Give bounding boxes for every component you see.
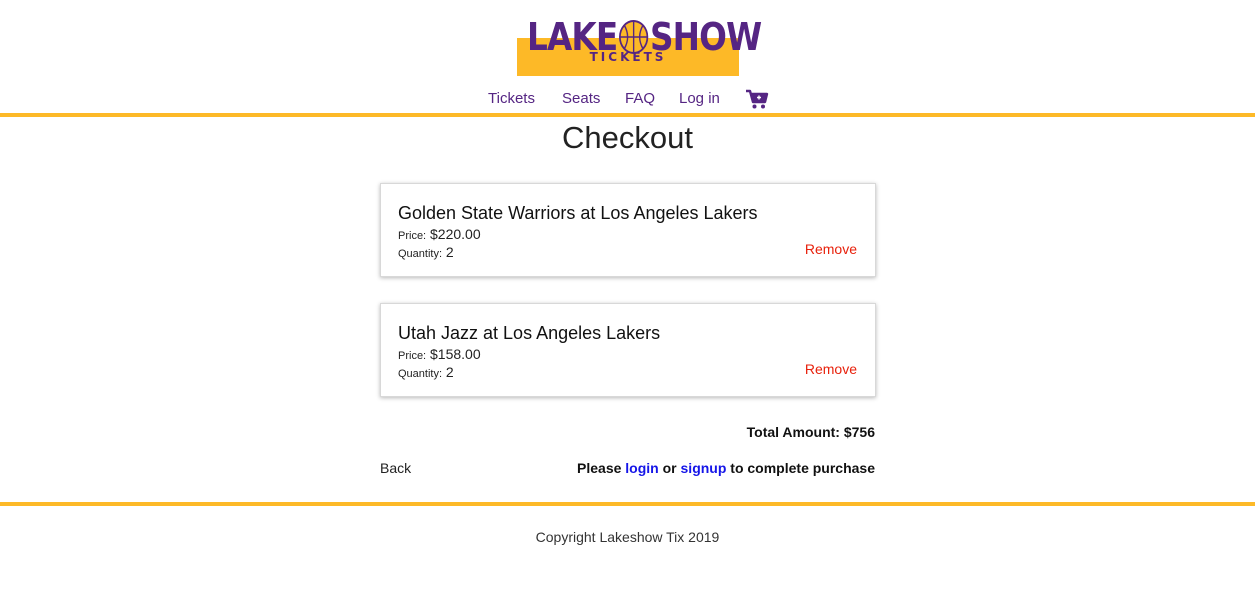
price-value: $158.00 xyxy=(430,346,481,362)
nav-item-tickets[interactable]: Tickets xyxy=(488,90,535,107)
back-button[interactable]: Back xyxy=(380,460,411,476)
header-divider xyxy=(0,113,1255,117)
footer-copyright: Copyright Lakeshow Tix 2019 xyxy=(535,529,720,545)
quantity-label: Quantity: xyxy=(398,248,443,260)
remove-button[interactable]: Remove xyxy=(805,241,857,257)
site-header: LAKE SHOW TICKETS Tickets Seats FAQ Log … xyxy=(0,0,1255,118)
cart-item-card: Golden State Warriors at Los Angeles Lak… xyxy=(380,183,876,277)
price-value: $220.00 xyxy=(430,226,481,242)
cart-item-card: Utah Jazz at Los Angeles Lakers Price: $… xyxy=(380,303,876,397)
cart-item-quantity: Quantity: 2 xyxy=(398,244,454,260)
cart-item-price: Price: $158.00 xyxy=(398,346,481,362)
prompt-prefix: Please xyxy=(577,460,622,476)
page-title: Checkout xyxy=(562,120,693,155)
nav-item-faq[interactable]: FAQ xyxy=(625,90,655,107)
price-label: Price: xyxy=(398,230,427,242)
signup-link[interactable]: signup xyxy=(681,460,727,476)
logo-subtext: TICKETS xyxy=(589,50,667,64)
quantity-value: 2 xyxy=(445,364,454,380)
prompt-suffix: to complete purchase xyxy=(730,460,875,476)
footer-divider xyxy=(0,502,1255,506)
login-link[interactable]: login xyxy=(625,460,658,476)
total-amount: Total Amount: $756 xyxy=(747,424,875,440)
quantity-label: Quantity: xyxy=(398,368,443,380)
shopping-cart-icon[interactable] xyxy=(745,88,769,110)
total-value: $756 xyxy=(843,424,875,440)
nav-item-login[interactable]: Log in xyxy=(679,90,720,107)
cart-item-title: Utah Jazz at Los Angeles Lakers xyxy=(398,323,661,343)
nav-item-seats[interactable]: Seats xyxy=(562,90,600,107)
total-label: Total Amount: xyxy=(746,424,840,440)
quantity-value: 2 xyxy=(445,244,454,260)
purchase-prompt: Please login or signup to complete purch… xyxy=(577,460,875,476)
cart-item-quantity: Quantity: 2 xyxy=(398,364,454,380)
price-label: Price: xyxy=(398,350,427,362)
cart-item-title: Golden State Warriors at Los Angeles Lak… xyxy=(398,203,758,223)
cart-item-price: Price: $220.00 xyxy=(398,226,481,242)
main-nav: Tickets Seats FAQ Log in xyxy=(0,88,1255,110)
prompt-or: or xyxy=(662,460,677,476)
remove-button[interactable]: Remove xyxy=(805,361,857,377)
lakeshow-logo[interactable]: LAKE SHOW TICKETS xyxy=(517,15,762,76)
